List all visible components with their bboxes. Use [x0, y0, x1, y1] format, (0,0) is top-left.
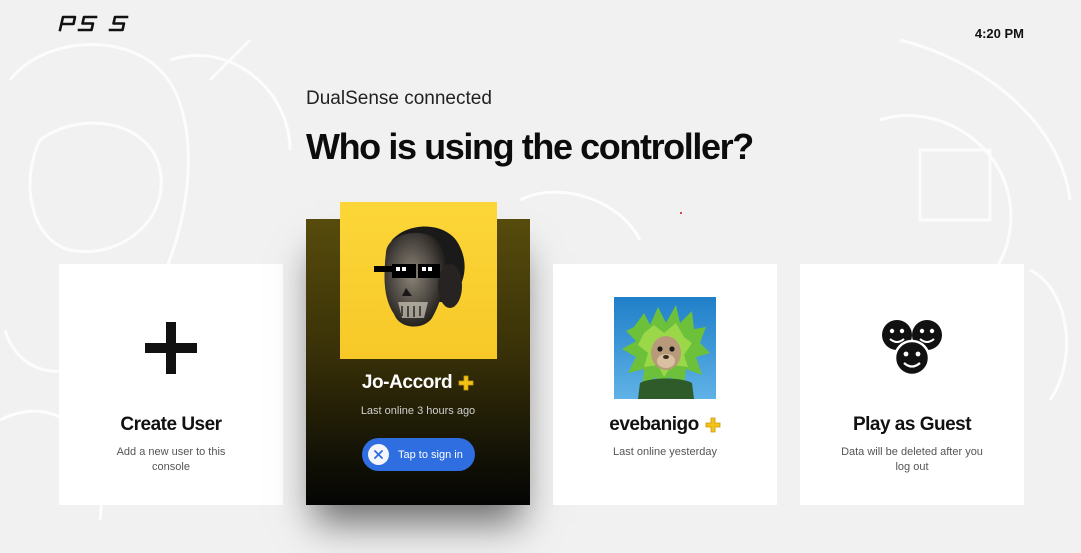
stray-dot — [680, 212, 682, 214]
plus-icon — [145, 322, 197, 374]
leafy-character-avatar-icon — [614, 297, 716, 399]
guest-description: Data will be deleted after you log out — [841, 446, 983, 473]
tap-to-sign-in-button[interactable]: Tap to sign in — [362, 438, 475, 471]
guest-faces-icon — [882, 320, 942, 377]
user-name-evebanigo: evebanigo — [553, 414, 777, 436]
play-as-guest-card[interactable]: Play as Guest Data will be deleted after… — [800, 264, 1024, 505]
sign-in-label: Tap to sign in — [398, 448, 463, 461]
guest-title: Play as Guest — [852, 414, 972, 435]
page-title: Who is using the controller? — [306, 126, 754, 167]
ps5-logo — [58, 15, 129, 32]
create-user-description: Add a new user to this console — [116, 446, 226, 473]
avatar-evebanigo — [614, 297, 716, 399]
avatar-jo-accord — [340, 202, 497, 359]
user-card-evebanigo[interactable]: evebanigo Last online yesterday — [553, 264, 777, 505]
create-user-title: Create User — [120, 414, 222, 435]
cross-button-icon — [368, 444, 389, 465]
create-user-card[interactable]: Create User Add a new user to this conso… — [59, 264, 283, 505]
skull-avatar-icon — [374, 226, 465, 327]
ps-plus-icon — [705, 417, 721, 433]
controller-status: DualSense connected — [306, 88, 492, 109]
user-card-jo-accord[interactable]: Jo-Accord Last online 3 hours ago Tap to… — [306, 202, 530, 505]
user-name-jo-accord: Jo-Accord — [306, 372, 530, 394]
clock: 4:20 PM — [974, 26, 1024, 41]
user-status-jo-accord: Last online 3 hours ago — [360, 405, 476, 417]
user-status-evebanigo: Last online yesterday — [613, 446, 717, 458]
ps-plus-icon — [458, 375, 474, 391]
